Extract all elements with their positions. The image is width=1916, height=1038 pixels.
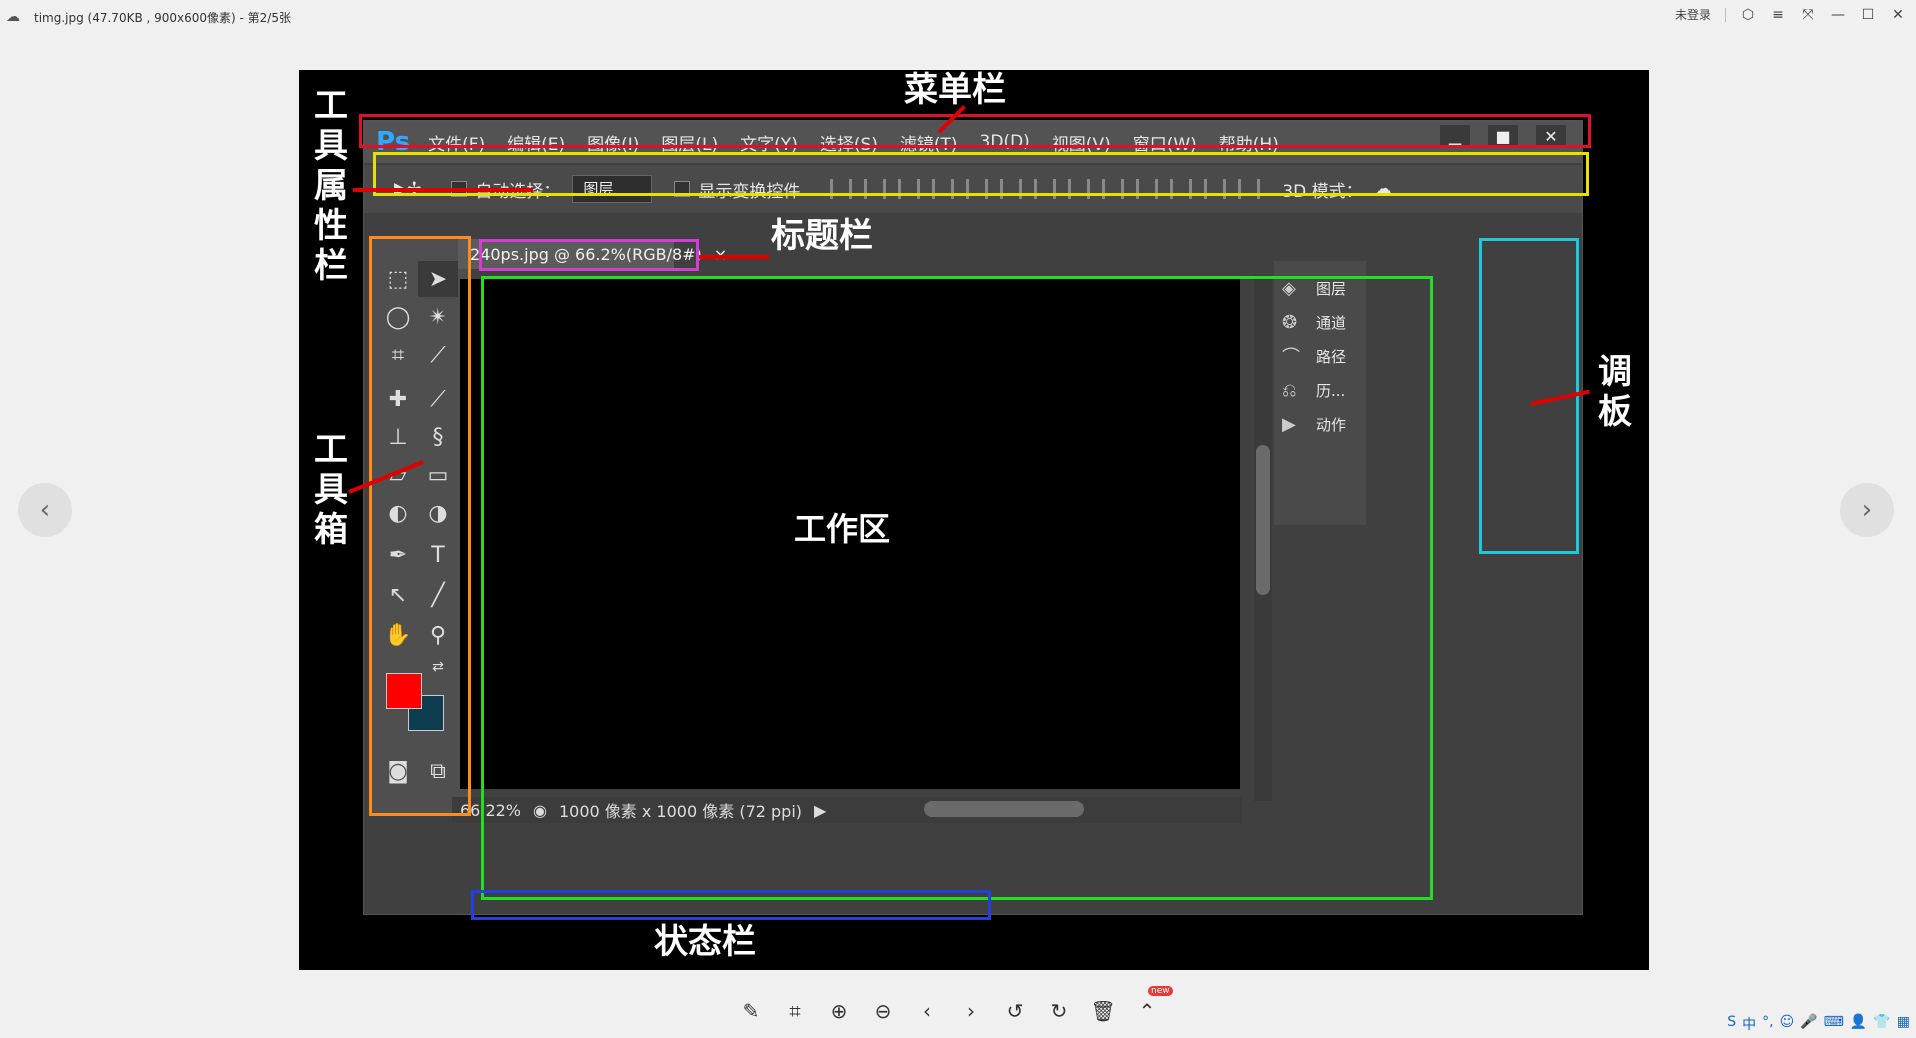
toolbox-highlight	[369, 236, 471, 816]
viewer-title: timg.jpg (47.70KB , 900x600像素) - 第2/5张	[34, 10, 291, 25]
next-icon[interactable]: ›	[960, 999, 982, 1023]
rotate-right-icon[interactable]: ↻	[1048, 999, 1070, 1023]
divider	[1725, 7, 1726, 22]
menubar-highlight	[359, 114, 1591, 148]
viewer-window-controls: 未登录 ⬡ ≡ ⤧ — ☐ ✕	[1675, 6, 1906, 23]
user-icon: 👤	[1849, 1014, 1868, 1030]
app-icon: ☁	[6, 9, 20, 25]
title-arrow	[699, 255, 769, 259]
viewer-bottom-toolbar: ✎ ⌗ ⊕ ⊖ ‹ › ↺ ↻ 🗑 ⌃ new	[740, 986, 1173, 1023]
ime-mode-icon: 中	[1742, 1017, 1757, 1033]
title-bar-annotation: 标题栏	[771, 216, 873, 256]
shirt-icon: 👕	[1873, 1014, 1891, 1030]
status-bar-highlight	[471, 890, 991, 920]
emoji-icon: ☺	[1779, 1014, 1795, 1030]
edit-icon[interactable]: ✎	[740, 999, 762, 1023]
system-tray: S 中 °, ☺ 🎤 ⌨ 👤 👕 ▦	[1727, 1014, 1910, 1034]
displayed-image: Ps 文件(F) 编辑(E) 图像(I) 图层(L) 文字(Y) 选择(S) 滤…	[299, 70, 1649, 970]
title-bar-highlight	[479, 239, 699, 271]
grid-icon: ▦	[1896, 1014, 1910, 1030]
zoom-out-icon[interactable]: ⊖	[872, 999, 894, 1023]
rotate-left-icon[interactable]: ↺	[1004, 999, 1026, 1023]
more-icon[interactable]: ⌃ new	[1136, 986, 1173, 1023]
options-bar-highlight	[373, 152, 1589, 196]
punctuation-icon: °,	[1762, 1014, 1774, 1030]
menubar-annotation: 菜单栏	[904, 70, 1006, 110]
status-bar-annotation: 状态栏	[654, 922, 756, 962]
work-area-highlight	[481, 276, 1433, 900]
panel-annotation: 调板	[1598, 352, 1632, 432]
viewer-titlebar: ☁ timg.jpg (47.70KB , 900x600像素) - 第2/5张	[0, 0, 1916, 34]
zoom-in-icon[interactable]: ⊕	[828, 999, 850, 1023]
login-link[interactable]: 未登录	[1675, 6, 1711, 23]
options-bar-annotation: 工具属性栏	[314, 86, 348, 286]
chevron-right-icon: ›	[1861, 495, 1873, 525]
keyboard-icon: ⌨	[1823, 1014, 1844, 1030]
previous-image-button[interactable]: ‹	[18, 483, 72, 537]
skin-icon[interactable]: ⬡	[1740, 7, 1756, 23]
chevron-left-icon: ‹	[39, 495, 51, 525]
options-arrow	[353, 188, 533, 192]
minimize-button[interactable]: —	[1830, 7, 1846, 23]
next-image-button[interactable]: ›	[1840, 483, 1894, 537]
close-button[interactable]: ✕	[1890, 7, 1906, 23]
menu-icon[interactable]: ≡	[1770, 7, 1786, 23]
fullscreen-icon[interactable]: ⤧	[1800, 7, 1816, 23]
delete-icon[interactable]: 🗑	[1090, 999, 1115, 1023]
ime-icon: S	[1727, 1014, 1737, 1030]
crop-icon[interactable]: ⌗	[784, 999, 806, 1023]
new-badge: new	[1148, 986, 1173, 996]
toolbox-annotation: 工具箱	[314, 430, 348, 550]
work-area-annotation: 工作区	[794, 510, 891, 548]
previous-icon[interactable]: ‹	[916, 999, 938, 1023]
maximize-button[interactable]: ☐	[1860, 7, 1876, 23]
foreground-color-swatch	[386, 673, 422, 709]
tab-close-icon: ×	[713, 244, 728, 264]
mic-icon: 🎤	[1800, 1014, 1818, 1030]
